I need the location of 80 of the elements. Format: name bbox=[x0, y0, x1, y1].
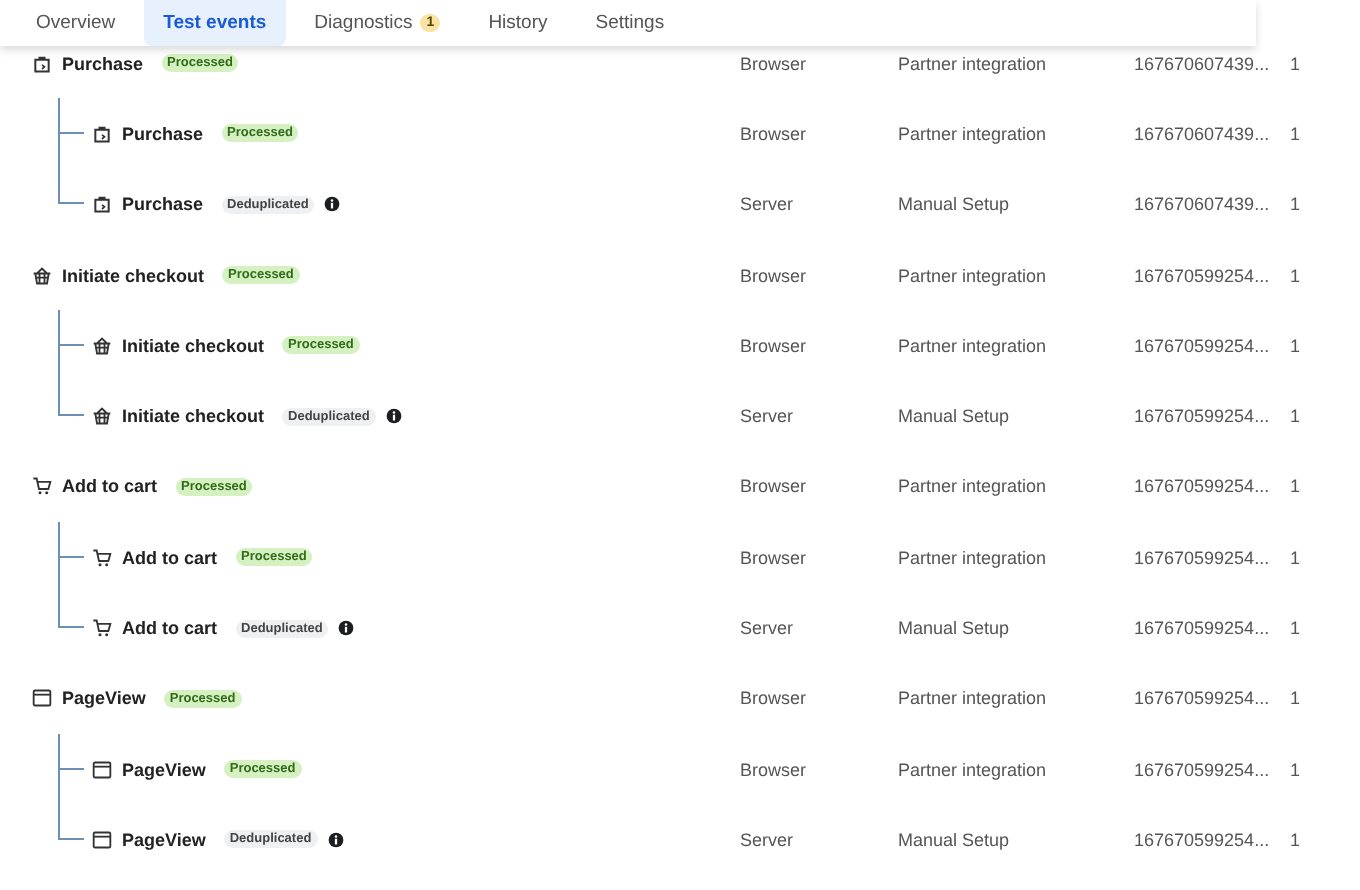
setup-cell-text: Partner integration bbox=[898, 335, 1049, 356]
source-cell-text: Browser bbox=[740, 476, 809, 497]
event-id-cell-text: 167670607439... bbox=[1134, 53, 1272, 74]
event-id-cell-text: 167670599254... bbox=[1134, 547, 1272, 568]
event-id-cell-text: 167670599254... bbox=[1134, 759, 1272, 780]
setup-cell-text: Manual Setup bbox=[898, 406, 1012, 427]
count-cell-text: 1 bbox=[1290, 476, 1303, 497]
info-icon[interactable] bbox=[385, 408, 402, 425]
tab[interactable]: Test events bbox=[143, 0, 287, 46]
info-icon[interactable] bbox=[338, 620, 355, 637]
setup-cell-text: Manual Setup bbox=[898, 618, 1012, 639]
window-icon bbox=[92, 759, 112, 780]
event-id-cell-text: 167670607439... bbox=[1134, 123, 1272, 144]
tab[interactable]: Settings bbox=[575, 0, 685, 46]
window-icon bbox=[92, 829, 112, 850]
event-id-cell-text: 167670607439... bbox=[1134, 194, 1272, 215]
event-name: Initiate checkout bbox=[122, 406, 265, 427]
event-id-cell-text: 167670599254... bbox=[1134, 618, 1272, 639]
event-name: Add to cart bbox=[62, 476, 158, 497]
source-cell-text: Server bbox=[740, 406, 796, 427]
window-icon bbox=[32, 688, 52, 709]
event-name: Add to cart bbox=[122, 618, 218, 639]
count-cell-text: 1 bbox=[1290, 688, 1303, 709]
source-cell-text: Server bbox=[740, 194, 796, 215]
cart-icon bbox=[92, 618, 112, 639]
shopping-bag-icon bbox=[92, 194, 112, 215]
count-cell-text: 1 bbox=[1290, 53, 1303, 74]
event-name: Add to cart bbox=[122, 547, 218, 568]
event-name: Initiate checkout bbox=[122, 335, 265, 356]
tab[interactable]: History bbox=[468, 0, 568, 46]
event-name: Purchase bbox=[122, 123, 204, 144]
source-cell-text: Browser bbox=[740, 123, 809, 144]
source-cell-text: Browser bbox=[740, 265, 809, 286]
event-id-cell-text: 167670599254... bbox=[1134, 829, 1272, 850]
count-cell-text: 1 bbox=[1290, 406, 1303, 427]
setup-cell-text: Partner integration bbox=[898, 265, 1049, 286]
info-icon[interactable] bbox=[327, 831, 344, 848]
setup-cell-text: Manual Setup bbox=[898, 829, 1012, 850]
setup-cell-text: Manual Setup bbox=[898, 194, 1012, 215]
event-id-cell-text: 167670599254... bbox=[1134, 265, 1272, 286]
setup-cell-text: Partner integration bbox=[898, 688, 1049, 709]
setup-cell-text: Partner integration bbox=[898, 476, 1049, 497]
count-cell-text: 1 bbox=[1290, 547, 1303, 568]
source-cell-text: Browser bbox=[740, 335, 809, 356]
event-name: PageView bbox=[122, 759, 206, 780]
shopping-bag-icon bbox=[92, 123, 112, 144]
cart-icon bbox=[32, 476, 52, 497]
event-name: Purchase bbox=[62, 53, 144, 74]
event-id-cell-text: 167670599254... bbox=[1134, 406, 1272, 427]
event-id-cell-text: 167670599254... bbox=[1134, 476, 1272, 497]
count-cell-text: 1 bbox=[1290, 123, 1303, 144]
tab[interactable]: Overview bbox=[16, 0, 136, 46]
setup-cell-text: Partner integration bbox=[898, 547, 1049, 568]
event-name: PageView bbox=[122, 829, 206, 850]
source-cell-text: Browser bbox=[740, 688, 809, 709]
setup-cell-text: Partner integration bbox=[898, 123, 1049, 144]
count-cell-text: 1 bbox=[1290, 759, 1303, 780]
source-cell-text: Server bbox=[740, 618, 796, 639]
source-cell-text: Server bbox=[740, 829, 796, 850]
event-name: Initiate checkout bbox=[62, 265, 205, 286]
count-cell-text: 1 bbox=[1290, 618, 1303, 639]
event-name: Purchase bbox=[122, 194, 204, 215]
basket-icon bbox=[92, 406, 112, 427]
count-cell-text: 1 bbox=[1290, 265, 1303, 286]
setup-cell-text: Partner integration bbox=[898, 759, 1049, 780]
shopping-bag-icon bbox=[32, 53, 52, 74]
basket-icon bbox=[92, 335, 112, 356]
basket-icon bbox=[32, 265, 52, 286]
info-icon[interactable] bbox=[324, 196, 341, 213]
source-cell-text: Browser bbox=[740, 759, 809, 780]
cart-icon bbox=[92, 547, 112, 568]
count-cell-text: 1 bbox=[1290, 829, 1303, 850]
count-cell-text: 1 bbox=[1290, 194, 1303, 215]
event-id-cell-text: 167670599254... bbox=[1134, 335, 1272, 356]
source-cell-text: Browser bbox=[740, 547, 809, 568]
count-cell-text: 1 bbox=[1290, 335, 1303, 356]
source-cell-text: Browser bbox=[740, 53, 809, 74]
setup-cell-text: Partner integration bbox=[898, 53, 1049, 74]
event-name: PageView bbox=[62, 688, 146, 709]
event-id-cell-text: 167670599254... bbox=[1134, 688, 1272, 709]
